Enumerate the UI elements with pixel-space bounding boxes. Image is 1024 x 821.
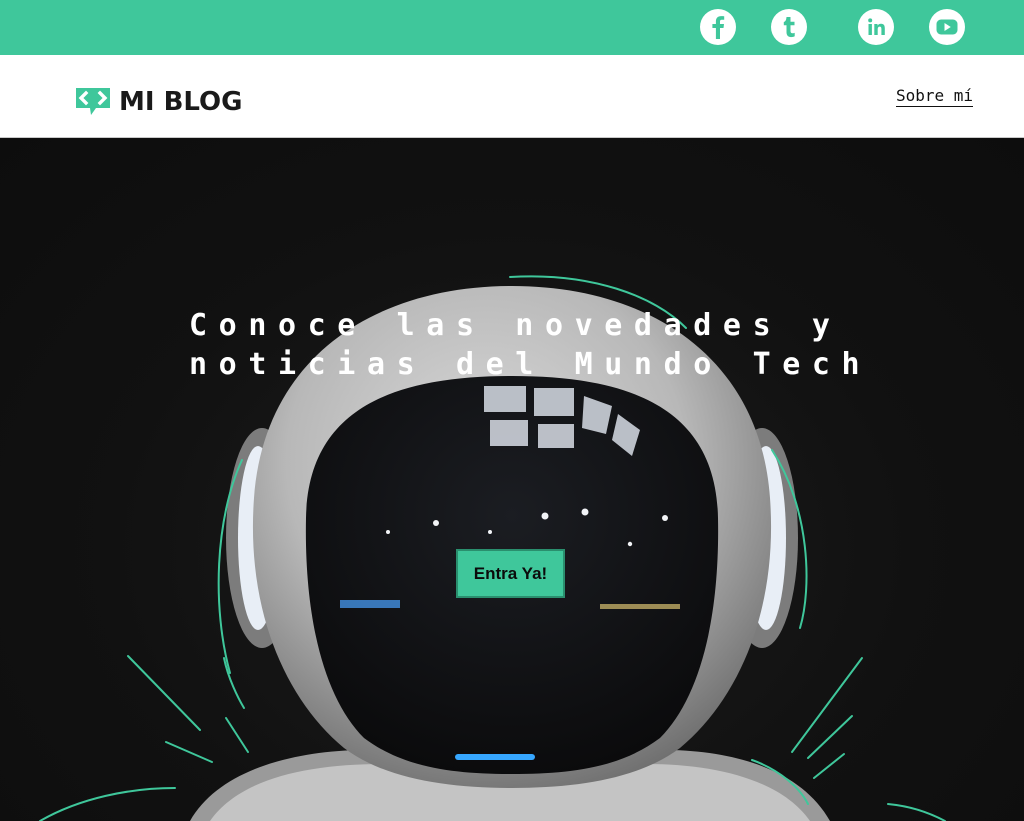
hero-headline: Conoce las novedades y noticias del Mund… — [189, 308, 872, 382]
cta-button[interactable]: Entra Ya! — [456, 549, 565, 598]
youtube-icon[interactable] — [929, 9, 965, 45]
site-name: MI BLOG — [119, 87, 243, 117]
main-navbar: MI BLOG Sobre mí — [0, 55, 1024, 138]
social-bar — [0, 0, 1024, 55]
code-bubble-icon — [76, 88, 110, 115]
tumblr-icon[interactable] — [771, 9, 807, 45]
nav-link-about[interactable]: Sobre mí — [895, 86, 973, 107]
facebook-icon[interactable] — [700, 9, 736, 45]
hero-section — [0, 138, 1024, 821]
site-logo[interactable]: MI BLOG — [73, 84, 243, 120]
astronaut-robot-illustration — [39, 275, 946, 821]
linkedin-icon[interactable] — [858, 9, 894, 45]
